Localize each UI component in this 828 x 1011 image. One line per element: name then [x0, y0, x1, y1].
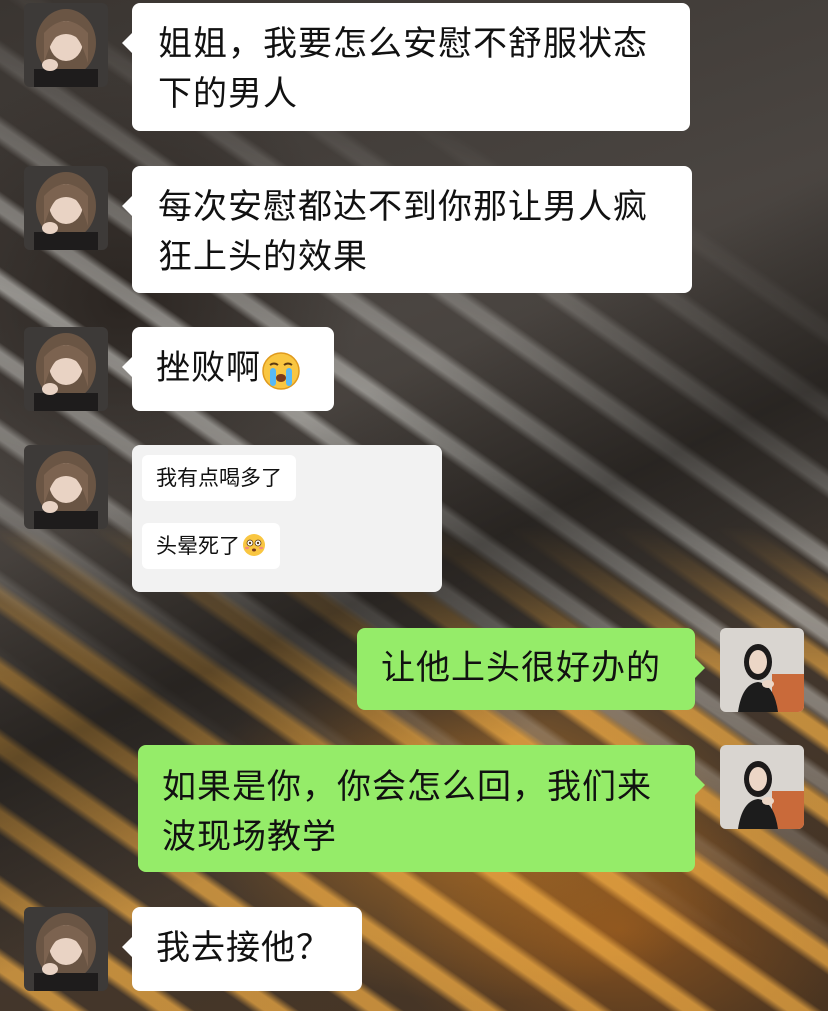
incoming-message-bubble[interactable]: 姐姐，我要怎么安慰不舒服状态 下的男人: [122, 3, 690, 131]
quoted-message-text: 头晕死了: [156, 534, 240, 558]
chat-window: 姐姐，我要怎么安慰不舒服状态 下的男人 每次安慰都达不到你那让男人疯 狂上头的效…: [0, 0, 828, 1011]
sender-avatar[interactable]: [24, 166, 108, 250]
message-text: 姐姐，我要怎么安慰不舒服状态 下的男人: [158, 24, 648, 114]
incoming-message-bubble[interactable]: 挫败啊: [122, 327, 334, 411]
message-text: 让他上头很好办的: [381, 648, 661, 688]
sender-avatar[interactable]: [24, 327, 108, 411]
sender-avatar-image: [24, 327, 108, 411]
sender-avatar[interactable]: [24, 3, 108, 87]
incoming-message-bubble[interactable]: 我去接他？: [122, 907, 362, 991]
message-text: 如果是你，你会怎么回，我们来 波现场教学: [162, 767, 652, 857]
sender-avatar-image: [24, 907, 108, 991]
quoted-messages-card[interactable]: 我有点喝多了 头晕死了: [132, 445, 442, 592]
my-avatar[interactable]: [720, 745, 804, 829]
my-avatar[interactable]: [720, 628, 804, 712]
crying-face-emoji: [261, 351, 301, 391]
incoming-message-bubble[interactable]: 每次安慰都达不到你那让男人疯 狂上头的效果: [122, 166, 692, 293]
message-text: 我去接他？: [156, 928, 331, 968]
my-avatar-image: [720, 745, 804, 829]
message-text: 每次安慰都达不到你那让男人疯 狂上头的效果: [158, 187, 648, 277]
outgoing-message-bubble[interactable]: 让他上头很好办的: [357, 628, 705, 710]
sender-avatar[interactable]: [24, 445, 108, 529]
sender-avatar-image: [24, 3, 108, 87]
sender-avatar[interactable]: [24, 907, 108, 991]
message-text: 挫败啊: [156, 348, 261, 388]
quoted-message: 我有点喝多了: [142, 455, 296, 501]
my-avatar-image: [720, 628, 804, 712]
quoted-message-text: 我有点喝多了: [156, 466, 282, 490]
sender-avatar-image: [24, 166, 108, 250]
quoted-message: 头晕死了: [142, 523, 280, 569]
sender-avatar-image: [24, 445, 108, 529]
flushed-face-emoji: [242, 533, 266, 557]
outgoing-message-bubble[interactable]: 如果是你，你会怎么回，我们来 波现场教学: [138, 745, 705, 872]
